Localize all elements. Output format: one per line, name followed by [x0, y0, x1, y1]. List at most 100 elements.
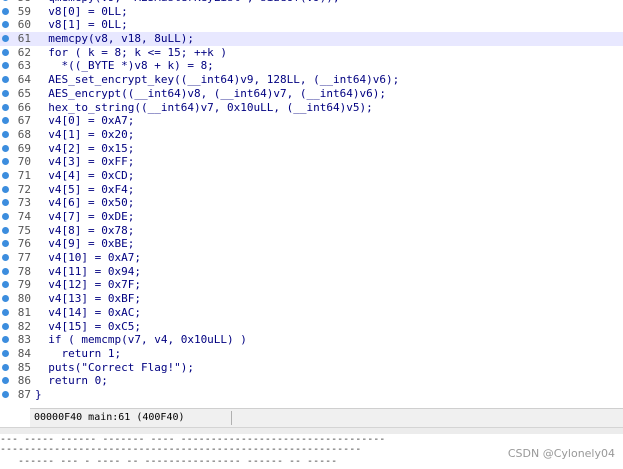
code-text: hex_to_string((__int64)v7, 0x10uLL, (__i… [35, 100, 373, 114]
code-line[interactable]: 65 AES_encrypt((__int64)v8, (__int64)v7,… [0, 87, 623, 101]
code-line[interactable]: 79 v4[12] = 0x7F; [0, 278, 623, 292]
line-number: 76 [17, 237, 31, 251]
line-number: 62 [17, 45, 31, 59]
code-line[interactable]: 63 *((_BYTE *)v8 + k) = 8; [0, 59, 623, 73]
line-number: 84 [17, 346, 31, 360]
code-line[interactable]: 71 v4[4] = 0xCD; [0, 169, 623, 183]
breakpoint-dot-icon[interactable] [2, 21, 9, 29]
watermark-text: CSDN @Cylonely04 [507, 447, 615, 460]
breakpoint-dot-icon[interactable] [2, 185, 9, 193]
code-line[interactable]: 66 hex_to_string((__int64)v7, 0x10uLL, (… [0, 101, 623, 115]
code-text: v4[1] = 0x20; [35, 127, 135, 141]
line-number: 86 [17, 374, 31, 388]
breakpoint-dot-icon[interactable] [2, 158, 9, 166]
breakpoint-dot-icon[interactable] [2, 336, 9, 344]
code-line[interactable]: 70 v4[3] = 0xFF; [0, 155, 623, 169]
code-text: v4[14] = 0xAC; [35, 305, 141, 319]
breakpoint-dot-icon[interactable] [2, 240, 9, 248]
line-number: 61 [17, 32, 31, 46]
code-line[interactable]: 86 return 0; [0, 374, 623, 388]
pseudocode-editor[interactable]: 58 qmemcpy(v9, "AESMasterKeyList", sizeo… [0, 0, 623, 408]
breakpoint-dot-icon[interactable] [2, 89, 9, 97]
status-address: 00000F40 main:61 (400F40) [34, 412, 185, 423]
breakpoint-dot-icon[interactable] [2, 0, 9, 1]
breakpoint-dot-icon[interactable] [2, 295, 9, 303]
breakpoint-dot-icon[interactable] [2, 308, 9, 316]
breakpoint-dot-icon[interactable] [2, 7, 9, 15]
breakpoint-dot-icon[interactable] [2, 363, 9, 371]
breakpoint-dot-icon[interactable] [2, 281, 9, 289]
breakpoint-dot-icon[interactable] [2, 62, 9, 70]
code-line[interactable]: 75 v4[8] = 0x78; [0, 224, 623, 238]
line-number: 68 [17, 127, 31, 141]
code-line[interactable]: 68 v4[1] = 0x20; [0, 128, 623, 142]
line-number: 85 [17, 360, 31, 374]
breakpoint-dot-icon[interactable] [2, 144, 9, 152]
line-number: 70 [17, 155, 31, 169]
line-number: 82 [17, 319, 31, 333]
line-number: 81 [17, 305, 31, 319]
code-line[interactable]: 74 v4[7] = 0xDE; [0, 210, 623, 224]
code-line[interactable]: 83 if ( memcmp(v7, v4, 0x10uLL) ) [0, 333, 623, 347]
code-text: v4[5] = 0xF4; [35, 182, 135, 196]
code-text: memcpy(v8, v18, 8uLL); [35, 32, 194, 46]
breakpoint-dot-icon[interactable] [2, 322, 9, 330]
breakpoint-dot-icon[interactable] [2, 267, 9, 275]
code-line[interactable]: 59 v8[0] = 0LL; [0, 5, 623, 19]
breakpoint-dot-icon[interactable] [2, 213, 9, 220]
breakpoint-dot-icon[interactable] [2, 35, 9, 43]
breakpoint-dot-icon[interactable] [2, 48, 9, 56]
code-line[interactable]: 72 v4[5] = 0xF4; [0, 183, 623, 197]
code-text: v4[11] = 0x94; [35, 264, 141, 278]
line-number: 75 [17, 223, 31, 237]
code-line[interactable]: 61 memcpy(v8, v18, 8uLL); [0, 32, 623, 46]
code-text: v4[3] = 0xFF; [35, 155, 135, 169]
status-bar: 00000F40 main:61 (400F40) [30, 408, 623, 427]
breakpoint-dot-icon[interactable] [2, 103, 9, 111]
code-line[interactable]: 84 return 1; [0, 347, 623, 361]
code-line[interactable]: 77 v4[10] = 0xA7; [0, 251, 623, 265]
code-line[interactable]: 64 AES_set_encrypt_key((__int64)v9, 128L… [0, 73, 623, 87]
line-number: 71 [17, 168, 31, 182]
breakpoint-dot-icon[interactable] [2, 390, 9, 398]
breakpoint-dot-icon[interactable] [2, 76, 9, 84]
code-line[interactable]: 78 v4[11] = 0x94; [0, 265, 623, 279]
code-line[interactable]: 67 v4[0] = 0xA7; [0, 114, 623, 128]
code-text: } [35, 387, 42, 401]
breakpoint-dot-icon[interactable] [2, 377, 9, 385]
code-line[interactable]: 82 v4[15] = 0xC5; [0, 320, 623, 334]
code-text: AES_encrypt((__int64)v8, (__int64)v7, (_… [35, 86, 386, 100]
code-line[interactable]: 80 v4[13] = 0xBF; [0, 292, 623, 306]
line-number: 87 [17, 387, 31, 401]
breakpoint-dot-icon[interactable] [2, 199, 9, 207]
code-line[interactable]: 60 v8[1] = 0LL; [0, 18, 623, 32]
code-line[interactable]: 85 puts("Correct Flag!"); [0, 361, 623, 375]
line-number: 60 [17, 18, 31, 32]
code-line[interactable]: 62 for ( k = 8; k <= 15; ++k ) [0, 46, 623, 60]
code-line[interactable]: 73 v4[6] = 0x50; [0, 196, 623, 210]
line-number: 73 [17, 196, 31, 210]
code-text: return 0; [35, 374, 108, 388]
line-number: 69 [17, 141, 31, 155]
breakpoint-dot-icon[interactable] [2, 349, 9, 357]
code-text: v4[12] = 0x7F; [35, 278, 141, 292]
code-text: v4[13] = 0xBF; [35, 292, 141, 306]
line-number: 65 [17, 86, 31, 100]
code-line[interactable]: 81 v4[14] = 0xAC; [0, 306, 623, 320]
code-line[interactable]: 87} [0, 388, 623, 402]
breakpoint-dot-icon[interactable] [2, 171, 9, 179]
line-number: 79 [17, 278, 31, 292]
code-line[interactable]: 76 v4[9] = 0xBE; [0, 237, 623, 251]
breakpoint-dot-icon[interactable] [2, 226, 9, 234]
code-text: v4[7] = 0xDE; [35, 210, 135, 223]
breakpoint-dot-icon[interactable] [2, 130, 9, 138]
status-separator [231, 411, 232, 425]
code-text: AES_set_encrypt_key((__int64)v9, 128LL, … [35, 73, 400, 87]
code-line[interactable]: 69 v4[2] = 0x15; [0, 142, 623, 156]
code-text: v8[0] = 0LL; [35, 4, 128, 18]
line-number: 63 [17, 59, 31, 73]
breakpoint-dot-icon[interactable] [2, 254, 9, 262]
line-number: 83 [17, 333, 31, 347]
breakpoint-dot-icon[interactable] [2, 117, 9, 125]
line-number: 72 [17, 182, 31, 196]
